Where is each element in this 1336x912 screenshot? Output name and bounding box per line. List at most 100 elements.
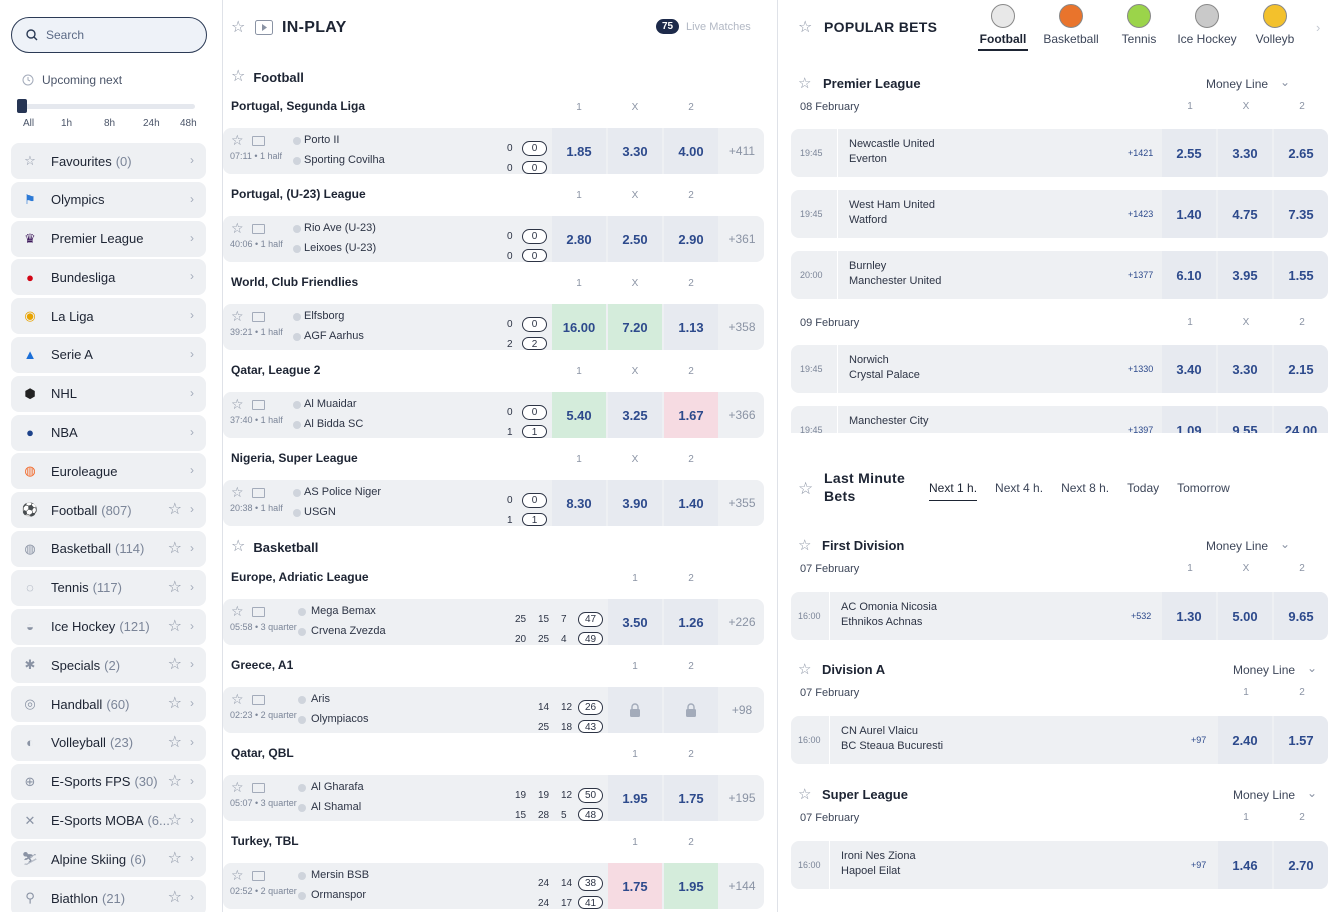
star-icon[interactable]: ☆ bbox=[168, 810, 182, 830]
odds-button[interactable]: 3.25 bbox=[608, 392, 662, 438]
sidebar-item[interactable]: ☆ Favourites (0) › bbox=[11, 143, 206, 179]
odds-button[interactable]: 2.70 bbox=[1274, 841, 1328, 889]
sidebar-item[interactable]: ◍ Basketball (114) ☆ › bbox=[11, 530, 206, 567]
odds-button[interactable]: 6.10 bbox=[1162, 251, 1216, 299]
star-icon[interactable]: ☆ bbox=[168, 848, 182, 868]
slider-handle[interactable] bbox=[17, 99, 27, 113]
more-markets-link[interactable]: +195 bbox=[720, 775, 764, 821]
stats-icon[interactable] bbox=[252, 695, 265, 705]
star-icon[interactable]: ☆ bbox=[168, 577, 182, 597]
star-icon[interactable]: ☆ bbox=[168, 616, 182, 636]
time-filter-1h[interactable]: 1h bbox=[61, 118, 72, 129]
odds-button[interactable]: 1.40 bbox=[1162, 190, 1216, 238]
odds-button[interactable]: 1.75 bbox=[664, 775, 718, 821]
odds-button[interactable]: 2.65 bbox=[1274, 129, 1328, 177]
odds-button[interactable]: 2.80 bbox=[552, 216, 606, 262]
search-box[interactable] bbox=[11, 17, 207, 53]
match-row[interactable]: ☆ 05:58 • 3 quarter Mega Bemax Crvena Zvezd… bbox=[223, 599, 764, 645]
sidebar-item[interactable]: ◉ La Liga › bbox=[11, 298, 206, 335]
stats-icon[interactable] bbox=[252, 488, 265, 498]
star-icon[interactable]: ☆ bbox=[798, 480, 813, 497]
star-icon[interactable]: ☆ bbox=[231, 309, 244, 323]
time-tab[interactable]: Next 8 h. bbox=[1061, 481, 1109, 501]
stats-icon[interactable] bbox=[252, 224, 265, 234]
stats-icon[interactable] bbox=[252, 783, 265, 793]
more-markets-link[interactable]: +97 bbox=[1191, 860, 1206, 870]
more-markets-link[interactable]: +355 bbox=[720, 480, 764, 526]
stats-icon[interactable] bbox=[252, 136, 265, 146]
stats-icon[interactable] bbox=[252, 871, 265, 881]
odds-button[interactable]: 16.00 bbox=[552, 304, 606, 350]
odds-button[interactable]: 1.95 bbox=[608, 775, 662, 821]
time-slider[interactable] bbox=[17, 99, 195, 113]
odds-button[interactable]: 3.40 bbox=[1162, 345, 1216, 393]
odds-button[interactable]: 3.95 bbox=[1218, 251, 1272, 299]
star-icon[interactable]: ☆ bbox=[798, 662, 811, 677]
odds-button[interactable]: 1.75 bbox=[608, 863, 662, 909]
match-row[interactable]: 16:00 CN Aurel Vlaicu BC Steaua Bucuresti +… bbox=[791, 716, 1328, 764]
more-markets-link[interactable]: +1330 bbox=[1128, 364, 1153, 374]
star-icon[interactable]: ☆ bbox=[231, 604, 244, 618]
star-icon[interactable]: ☆ bbox=[168, 693, 182, 713]
time-filter-8h[interactable]: 8h bbox=[104, 118, 115, 129]
chevron-down-icon[interactable]: ⌄ bbox=[1307, 786, 1317, 800]
match-row[interactable]: ☆ 02:52 • 2 quarter Mersin BSB Ormanspor 24 1… bbox=[223, 863, 764, 909]
stats-icon[interactable] bbox=[252, 312, 265, 322]
star-icon[interactable]: ☆ bbox=[231, 692, 244, 706]
odds-button[interactable]: 1.26 bbox=[664, 599, 718, 645]
stats-icon[interactable] bbox=[252, 607, 265, 617]
time-filter-24h[interactable]: 24h bbox=[143, 118, 160, 129]
sidebar-item[interactable]: ⊕ E-Sports FPS (30) ☆ › bbox=[11, 763, 206, 800]
odds-button[interactable]: 3.50 bbox=[608, 599, 662, 645]
star-icon[interactable]: ☆ bbox=[168, 732, 182, 752]
odds-button[interactable]: 1.30 bbox=[1162, 592, 1216, 640]
more-markets-link[interactable]: +361 bbox=[720, 216, 764, 262]
star-icon[interactable]: ☆ bbox=[231, 221, 244, 235]
time-tab[interactable]: Next 1 h. bbox=[929, 481, 978, 501]
match-row[interactable]: 19:45 Manchester City +1397 1.09 9.55 24.00 bbox=[791, 406, 1328, 433]
more-markets-link[interactable]: +1423 bbox=[1128, 209, 1153, 219]
odds-button[interactable]: 1.57 bbox=[1274, 716, 1328, 764]
more-markets-link[interactable]: +411 bbox=[720, 128, 764, 174]
star-icon[interactable]: ☆ bbox=[231, 20, 245, 36]
star-icon[interactable]: ☆ bbox=[798, 787, 811, 802]
sidebar-item[interactable]: ◐ Volleyball (23) ☆ › bbox=[11, 724, 206, 761]
more-markets-link[interactable]: +144 bbox=[720, 863, 764, 909]
market-selector[interactable]: Money Line bbox=[1206, 539, 1268, 553]
odds-button[interactable]: 24.00 bbox=[1274, 406, 1328, 433]
odds-button[interactable]: 3.30 bbox=[1218, 345, 1272, 393]
star-icon[interactable]: ☆ bbox=[231, 868, 244, 882]
odds-button[interactable]: 1.13 bbox=[664, 304, 718, 350]
odds-button[interactable]: 7.35 bbox=[1274, 190, 1328, 238]
time-tab[interactable]: Today bbox=[1127, 481, 1159, 501]
sidebar-item[interactable]: ⛷ Alpine Skiing (6) ☆ › bbox=[11, 841, 206, 878]
sidebar-item[interactable]: ◎ Handball (60) ☆ › bbox=[11, 686, 206, 723]
star-icon[interactable]: ☆ bbox=[231, 539, 245, 555]
market-selector[interactable]: Money Line bbox=[1233, 788, 1295, 802]
sidebar-item[interactable]: ⬢ NHL › bbox=[11, 375, 206, 412]
star-icon[interactable]: ☆ bbox=[231, 780, 244, 794]
odds-button[interactable]: 3.30 bbox=[608, 128, 662, 174]
match-row[interactable]: 19:45 West Ham United Watford +1423 1.40 4.75… bbox=[791, 190, 1328, 238]
more-markets-link[interactable]: +366 bbox=[720, 392, 764, 438]
time-filter-48h[interactable]: 48h bbox=[180, 118, 197, 129]
odds-button[interactable]: 1.67 bbox=[664, 392, 718, 438]
market-selector[interactable]: Money Line bbox=[1233, 663, 1295, 677]
match-row[interactable]: ☆ 37:40 • 1 half Al Muaidar Al Bidda SC 0 1 0 1… bbox=[223, 392, 764, 438]
sidebar-item[interactable]: ⚽ Football (807) ☆ › bbox=[11, 492, 206, 529]
more-markets-link[interactable]: +98 bbox=[720, 687, 764, 733]
sidebar-item[interactable]: ⚑ Olympics › bbox=[11, 181, 206, 218]
star-icon[interactable]: ☆ bbox=[231, 133, 244, 147]
odds-button[interactable]: 2.15 bbox=[1274, 345, 1328, 393]
sidebar-item[interactable]: ♛ Premier League › bbox=[11, 220, 206, 257]
odds-button[interactable]: 1.46 bbox=[1218, 841, 1272, 889]
odds-button[interactable]: 5.00 bbox=[1218, 592, 1272, 640]
odds-button[interactable] bbox=[664, 687, 718, 733]
match-row[interactable]: ☆ 39:21 • 1 half Elfsborg AGF Aarhus 0 2 0 2 16.… bbox=[223, 304, 764, 350]
odds-button[interactable]: 2.40 bbox=[1218, 716, 1272, 764]
time-tab[interactable]: Tomorrow bbox=[1177, 481, 1230, 501]
sidebar-item[interactable]: ⚲ Biathlon (21) ☆ › bbox=[11, 880, 206, 912]
match-row[interactable]: ☆ 02:23 • 2 quarter Aris Olympiacos 14 12 25 18… bbox=[223, 687, 764, 733]
star-icon[interactable]: ☆ bbox=[231, 485, 244, 499]
sidebar-item[interactable]: ✕ E-Sports MOBA (6... ☆ › bbox=[11, 802, 206, 839]
